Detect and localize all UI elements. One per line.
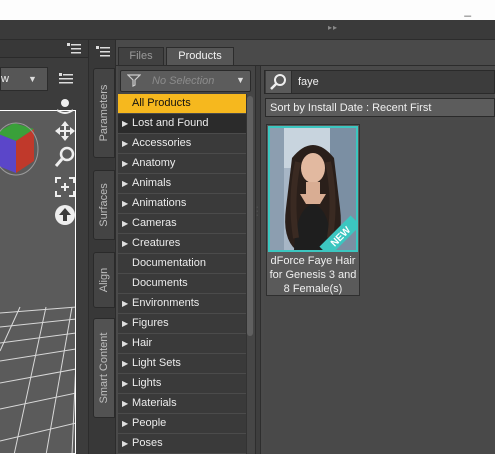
category-item[interactable]: All Products [118,94,246,114]
search-icon [270,74,286,90]
category-item[interactable]: ▶ Environments [118,294,246,314]
chevron-down-icon: ▼ [28,74,37,84]
expand-arrow-icon[interactable]: ▶ [122,334,132,353]
category-label: Creatures [132,237,181,249]
product-thumbnail[interactable]: NEW [268,126,358,252]
reset-view-icon[interactable] [54,204,76,226]
category-item[interactable]: ▶ Accessories [118,134,246,154]
category-label: Cameras [132,217,177,229]
category-filter-value: No Selection [152,75,215,87]
tab-surfaces-label: Surfaces [98,183,110,227]
filter-icon [127,74,141,87]
category-label: Documentation [132,257,206,269]
pane-menu-icon[interactable] [66,40,82,56]
expand-arrow-icon[interactable]: ▶ [122,194,132,213]
category-label: People [132,417,167,429]
pane-grip[interactable]: ▸▸ [328,23,338,32]
category-item[interactable]: ▶ Lights [118,374,246,394]
category-label: Anatomy [132,157,176,169]
pane-menu-icon[interactable] [95,43,111,59]
expand-arrow-icon[interactable]: ▶ [122,294,132,313]
expand-arrow-icon[interactable]: ▶ [122,414,132,433]
category-label: Light Sets [132,357,181,369]
expand-arrow-icon[interactable]: ▶ [122,154,132,173]
tab-products[interactable]: Products [166,47,234,66]
tab-smart-content[interactable]: Smart Content [93,318,115,418]
category-label: Hair [132,337,153,349]
category-label: Materials [132,397,177,409]
product-name: dForce Faye Hair for Genesis 3 and 8 Fem… [268,254,358,296]
viewport-menu-icon[interactable] [58,71,74,87]
category-label: Animals [132,177,172,189]
product-name-line: 8 Female(s) [283,283,343,295]
minimize-button[interactable]: _ [464,3,471,17]
expand-arrow-icon[interactable]: ▶ [122,354,132,373]
category-label: Animations [132,197,187,209]
category-item[interactable]: ▶ Lost and Found [118,114,246,134]
expand-arrow-icon[interactable]: ▶ [122,394,132,413]
tab-parameters-label: Parameters [98,84,110,142]
expand-arrow-icon[interactable]: ▶ [122,114,132,133]
category-item[interactable]: ▶ Cameras [118,214,246,234]
tab-parameters[interactable]: Parameters [93,68,115,158]
expand-arrow-icon[interactable]: ▶ [122,374,132,393]
expand-arrow-icon[interactable]: ▶ [122,134,132,153]
category-item[interactable]: ▶ Animations [118,194,246,214]
category-item[interactable]: ▶ Animals [118,174,246,194]
tab-surfaces[interactable]: Surfaces [93,170,115,240]
expand-arrow-icon[interactable]: ▶ [122,174,132,193]
splitter-grip-icon: · · · [256,204,259,219]
zoom-icon[interactable] [54,146,76,168]
pane-header-bar [0,20,495,40]
category-item[interactable]: ▶ Figures [118,314,246,334]
category-item[interactable]: ▶ Creatures [118,234,246,254]
orbit-icon[interactable] [54,96,76,118]
search-input[interactable]: faye [298,76,319,88]
chevron-down-icon: ▼ [236,75,245,85]
expand-arrow-icon[interactable]: ▶ [122,214,132,233]
product-thumbnail-image: NEW [270,128,356,250]
translate-icon[interactable] [54,120,76,142]
frame-icon[interactable] [54,176,76,198]
category-label: Environments [132,297,200,309]
category-item[interactable]: ▶ Materials [118,394,246,414]
title-bar [0,0,495,20]
category-label: Accessories [132,137,192,149]
category-item[interactable]: ▶ People [118,414,246,434]
camera-dropdown-value: w [1,73,9,85]
category-label: Poses [132,437,163,449]
category-label: All Products [132,97,191,109]
product-name-line: dForce Faye Hair [270,255,356,267]
category-item[interactable]: ▶ Light Sets [118,354,246,374]
category-item[interactable]: Documentation [118,254,246,274]
sort-label: Sort by Install Date : Recent First [270,102,432,114]
tab-smart-content-label: Smart Content [98,332,110,404]
category-item[interactable]: ▶ Anatomy [118,154,246,174]
tab-align[interactable]: Align [93,252,115,308]
category-label: Figures [132,317,169,329]
panel-splitter[interactable] [255,66,261,454]
category-label: Lost and Found [132,117,209,129]
expand-arrow-icon[interactable]: ▶ [122,234,132,253]
category-scrollbar-thumb[interactable] [247,96,253,336]
expand-arrow-icon[interactable]: ▶ [122,314,132,333]
tab-files[interactable]: Files [118,47,164,66]
category-label: Documents [132,277,188,289]
search-button[interactable] [266,71,292,93]
category-item[interactable]: ▶ Poses [118,434,246,454]
category-label: Lights [132,377,162,389]
category-item[interactable]: Documents [118,274,246,294]
expand-arrow-icon[interactable]: ▶ [122,434,132,453]
tab-align-label: Align [98,267,110,293]
product-name-line: for Genesis 3 and [269,269,357,281]
category-item[interactable]: ▶ Hair [118,334,246,354]
